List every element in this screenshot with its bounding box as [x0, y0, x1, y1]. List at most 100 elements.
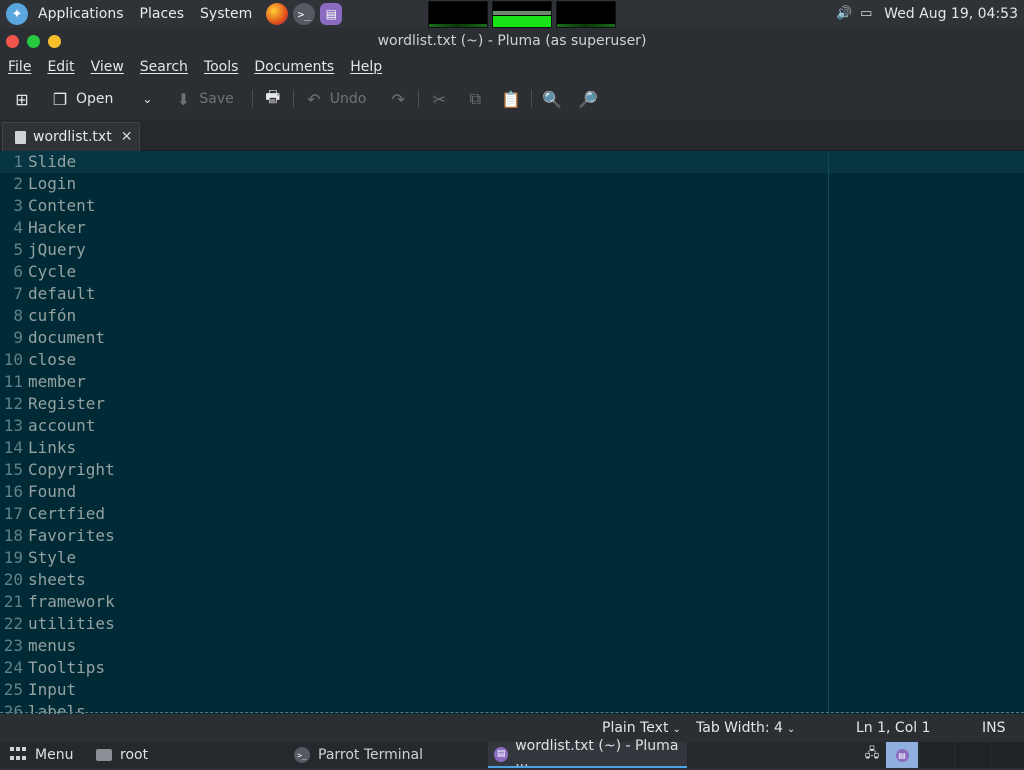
new-document-button[interactable]: ⊞ [12, 84, 32, 114]
line-text: Cycle [28, 262, 77, 281]
firefox-icon[interactable] [266, 3, 289, 25]
open-recent-dropdown[interactable]: ⌄ [137, 84, 157, 114]
close-window-button[interactable] [6, 34, 19, 48]
tray-network-icon[interactable]: 🖧 [862, 742, 882, 768]
close-tab-icon[interactable]: ✕ [121, 129, 133, 145]
save-icon: ⬇ [176, 89, 191, 109]
status-bar: Plain Text ⌄ Tab Width: 4 ⌄ Ln 1, Col 1 IN… [0, 714, 1024, 742]
menu-tools[interactable]: Tools [204, 59, 239, 75]
line-number: 14 [3, 438, 23, 457]
line-text: Hacker [28, 218, 86, 237]
copy-icon: ⧉ [469, 89, 482, 108]
places-menu[interactable]: Places [140, 6, 185, 22]
line-number: 10 [3, 350, 23, 369]
tab-wordlist[interactable]: wordlist.txt ✕ [2, 122, 140, 151]
task-terminal-label: Parrot Terminal [318, 747, 424, 763]
line-text: Content [28, 196, 96, 215]
menu-edit[interactable]: Edit [47, 59, 74, 75]
menu-file[interactable]: File [8, 59, 31, 75]
paste-button[interactable]: 📋 [501, 84, 521, 114]
memory-monitor [492, 1, 552, 28]
syntax-selector[interactable]: Plain Text ⌄ [602, 720, 681, 736]
copy-button[interactable]: ⧉ [465, 84, 485, 114]
line-number: 22 [3, 614, 23, 633]
redo-icon: ↷ [391, 89, 406, 109]
tab-label: wordlist.txt [33, 129, 112, 145]
search-icon: 🔍 [542, 89, 563, 109]
pluma-icon: ▤ [494, 746, 509, 762]
find-replace-icon: 🔎 [578, 89, 599, 109]
volume-icon[interactable]: 🔊 [836, 7, 852, 21]
line-number: 5 [13, 240, 23, 259]
open-button[interactable]: ❐ Open [50, 84, 114, 114]
line-number: 1 [13, 152, 23, 171]
line-text: Tooltips [28, 658, 106, 677]
line-text: Slide [28, 152, 77, 171]
print-button[interactable]: 🖶 [263, 84, 283, 114]
menu-documents[interactable]: Documents [254, 59, 334, 75]
menu-button[interactable]: Menu [10, 742, 73, 768]
clock[interactable]: Wed Aug 19, 04:53 [884, 6, 1018, 22]
line-text: cufón [28, 306, 77, 325]
text-file-icon [15, 130, 26, 144]
pluma-icon[interactable]: ▤ [320, 3, 343, 25]
line-text: utilities [28, 614, 115, 633]
workspace-2[interactable] [920, 742, 954, 768]
system-monitor [428, 1, 616, 28]
line-text: Found [28, 482, 77, 501]
display-icon[interactable]: ▭ [860, 7, 876, 21]
line-number: 19 [3, 548, 23, 567]
network-monitor [556, 1, 616, 28]
line-text: document [28, 328, 106, 347]
line-number: 7 [13, 284, 23, 303]
tab-width-selector[interactable]: Tab Width: 4 ⌄ [696, 720, 795, 736]
menu-view[interactable]: View [91, 59, 124, 75]
parrot-logo-icon[interactable]: ✦ [6, 3, 28, 25]
menu-search[interactable]: Search [140, 59, 188, 75]
network-icon: 🖧 [864, 746, 880, 761]
cut-button[interactable]: ✂ [429, 84, 449, 114]
task-root-folder[interactable]: root [96, 742, 148, 768]
task-parrot-terminal[interactable]: >_ Parrot Terminal [294, 742, 423, 768]
paste-icon: 📋 [501, 89, 522, 109]
save-button[interactable]: ⬇ Save [173, 84, 234, 114]
terminal-icon: >_ [294, 747, 310, 763]
minimize-window-button[interactable] [27, 34, 40, 48]
line-number: 25 [3, 680, 23, 699]
terminal-icon[interactable]: >_ [293, 3, 316, 25]
line-text: Login [28, 174, 77, 193]
workspace-switcher[interactable]: ▤ [886, 742, 918, 768]
text-editor[interactable]: 1 Slide 2 Login 3 Content 4 Hacker 5 jQuery 6 Cycle… [0, 151, 1024, 714]
workspace-3[interactable] [956, 742, 990, 768]
workspace-4[interactable] [992, 742, 1024, 768]
toolbar-separator [418, 90, 420, 108]
window-titlebar[interactable]: wordlist.txt (~) - Pluma (as superuser) [0, 28, 1024, 54]
undo-button[interactable]: ↶ Undo [304, 84, 366, 114]
line-text: Favorites [28, 526, 115, 545]
line-text: Links [28, 438, 77, 457]
line-number: 2 [13, 174, 23, 193]
line-text: framework [28, 592, 115, 611]
open-label: Open [76, 91, 114, 107]
redo-button[interactable]: ↷ [388, 84, 408, 114]
toolbar-separator [292, 90, 294, 108]
toolbar: ⊞ ❐ Open ⌄ ⬇ Save 🖶 ↶ Undo ↷ ✂ ⧉ 📋 🔍 🔎 [0, 82, 1024, 116]
task-pluma[interactable]: ▤ wordlist.txt (~) - Pluma ... [488, 738, 687, 770]
find-button[interactable]: 🔍 [542, 84, 562, 114]
maximize-window-button[interactable] [48, 34, 61, 48]
pluma-icon: ▤ [895, 748, 909, 762]
window-title: wordlist.txt (~) - Pluma (as superuser) [377, 33, 647, 49]
bottom-panel: Menu root >_ Parrot Terminal ▤ wordlist.… [0, 738, 1024, 770]
tab-width-label: Tab Width: 4 [696, 720, 783, 736]
cut-icon: ✂ [432, 89, 447, 109]
chevron-down-icon: ⌄ [142, 92, 153, 106]
system-menu[interactable]: System [200, 6, 252, 22]
line-number: 8 [13, 306, 23, 325]
line-number: 3 [13, 196, 23, 215]
menu-help[interactable]: Help [350, 59, 382, 75]
line-text: menus [28, 636, 77, 655]
find-replace-button[interactable]: 🔎 [578, 84, 598, 114]
save-label: Save [199, 91, 234, 107]
document-tabs: wordlist.txt ✕ [0, 120, 1024, 151]
applications-menu[interactable]: Applications [38, 6, 124, 22]
